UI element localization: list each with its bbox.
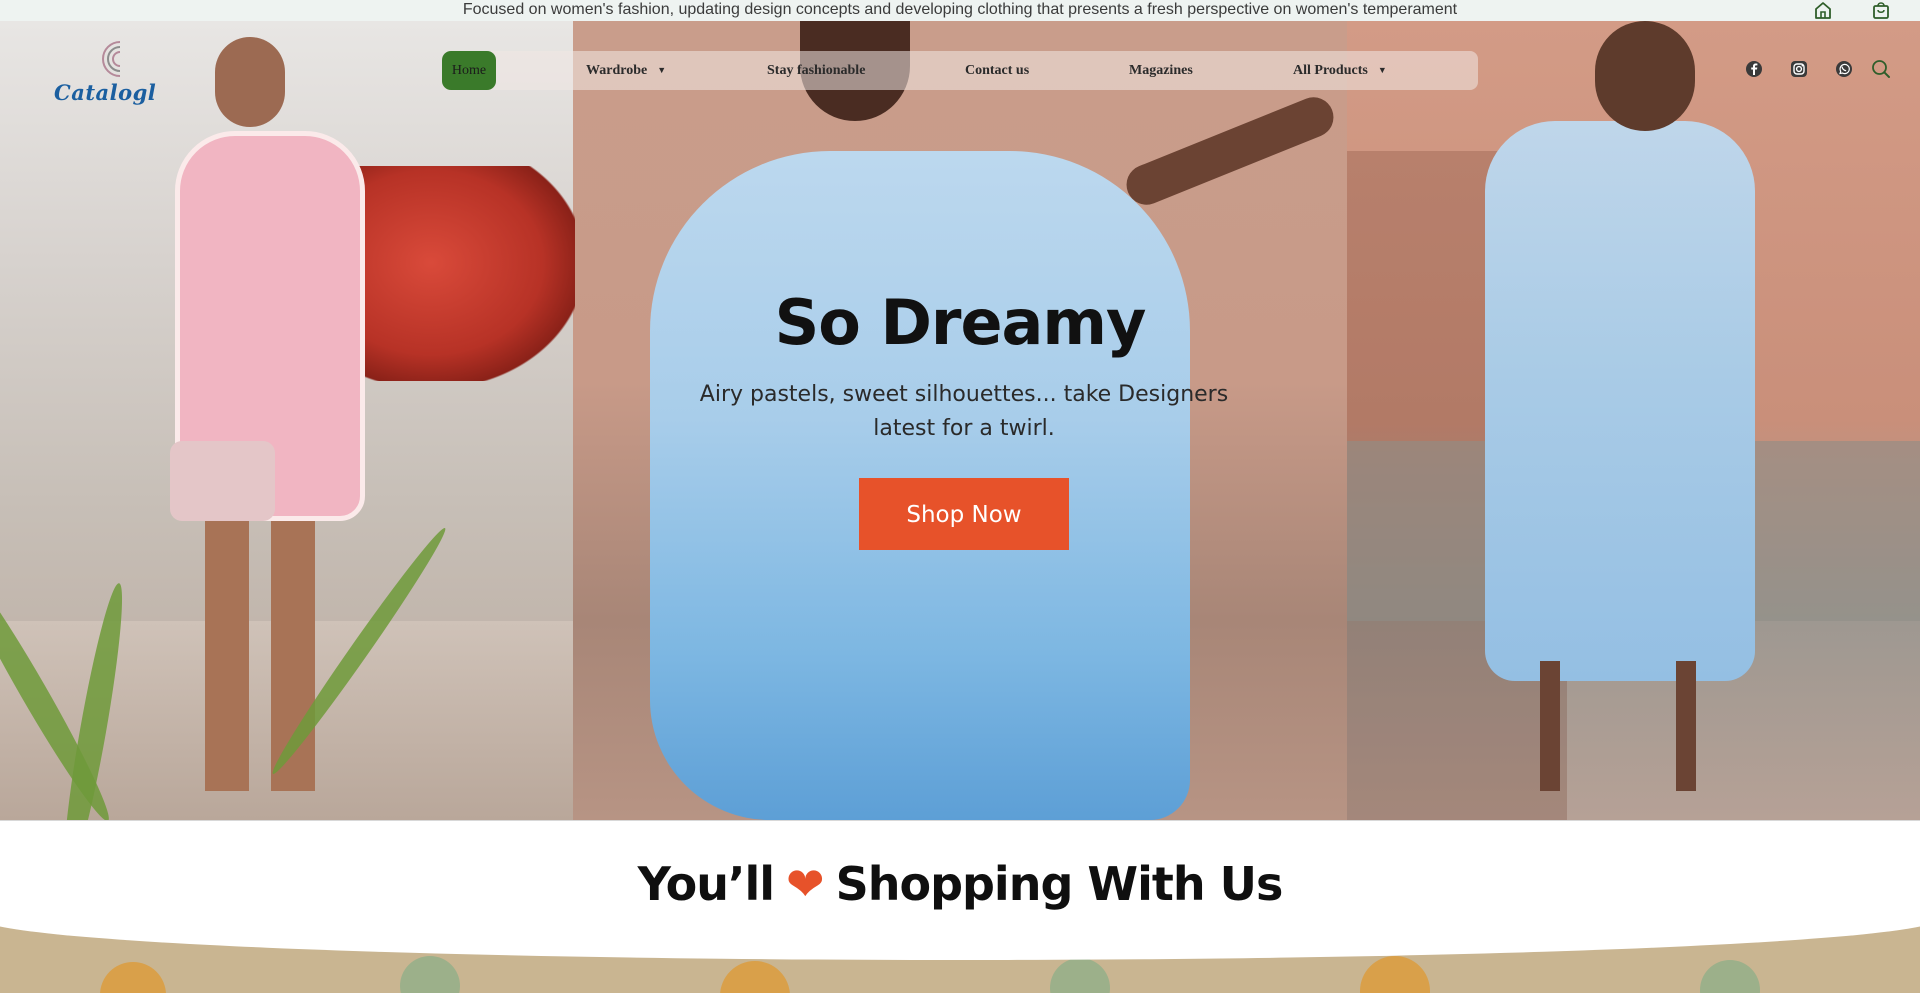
nav-item-contact-us[interactable]: Contact us — [965, 51, 1029, 90]
nav-item-wardrobe[interactable]: Wardrobe ▼ — [586, 51, 666, 90]
flower-decoration — [400, 956, 460, 993]
flower-decoration — [720, 961, 790, 993]
main-navigation: Home Wardrobe ▼ Stay fashionable Contact … — [442, 51, 1478, 90]
hero-title: So Dreamy — [774, 286, 1147, 359]
nav-item-label: Magazines — [1129, 63, 1193, 78]
floral-pattern-banner — [0, 916, 1920, 993]
red-car — [335, 166, 575, 381]
whatsapp-icon[interactable] — [1835, 60, 1853, 78]
model-right-legs — [1520, 661, 1720, 791]
announcement-bar: Focused on women's fashion, updating des… — [0, 0, 1920, 22]
section-heading: You’ll ❤ Shopping With Us — [0, 820, 1920, 917]
home-icon[interactable] — [1813, 1, 1833, 20]
model-left-handbag — [170, 441, 275, 521]
nav-item-label: Stay fashionable — [767, 63, 866, 78]
nav-item-label: Wardrobe — [586, 63, 648, 78]
nav-item-stay-fashionable[interactable]: Stay fashionable — [767, 51, 865, 90]
hero-subtitle: Airy pastels, sweet silhouettes... take … — [699, 382, 1229, 441]
section-title-text: Shopping With Us — [835, 857, 1284, 911]
flower-decoration — [1360, 956, 1430, 993]
nav-item-label: Contact us — [965, 63, 1030, 78]
section-title: You’ll ❤ Shopping With Us — [0, 857, 1920, 911]
search-icon[interactable] — [1871, 59, 1891, 79]
announcement-text: Focused on women's fashion, updating des… — [462, 1, 1458, 18]
nav-item-magazines[interactable]: Magazines — [1129, 51, 1193, 90]
model-right-blue-dress — [1485, 121, 1755, 681]
section-title-text: You’ll — [637, 857, 775, 911]
wave-divider — [0, 916, 1920, 960]
heart-icon: ❤ — [786, 857, 825, 911]
caret-down-icon: ▼ — [657, 65, 667, 76]
logo-mark-icon — [102, 41, 121, 77]
model-left-head — [215, 37, 285, 127]
brand-logo[interactable]: Catalogl — [48, 38, 168, 110]
nav-item-home[interactable]: Home — [442, 51, 496, 90]
nav-item-label: All Products — [1293, 63, 1368, 78]
flower-decoration — [1700, 960, 1760, 993]
instagram-icon[interactable] — [1790, 60, 1808, 78]
nav-item-label: Home — [451, 63, 487, 78]
caret-down-icon: ▼ — [1377, 65, 1387, 76]
shop-now-button[interactable]: Shop Now — [859, 478, 1069, 550]
facebook-icon[interactable] — [1745, 60, 1763, 78]
hero-banner: So Dreamy Airy pastels, sweet silhouette… — [0, 21, 1920, 820]
flower-decoration — [1050, 958, 1110, 993]
nav-item-all-products[interactable]: All Products ▼ — [1293, 51, 1387, 90]
flower-decoration — [100, 962, 166, 993]
logo-text: Catalogl — [54, 80, 157, 105]
model-right-head — [1595, 21, 1695, 131]
shopping-bag-icon[interactable] — [1871, 1, 1891, 20]
